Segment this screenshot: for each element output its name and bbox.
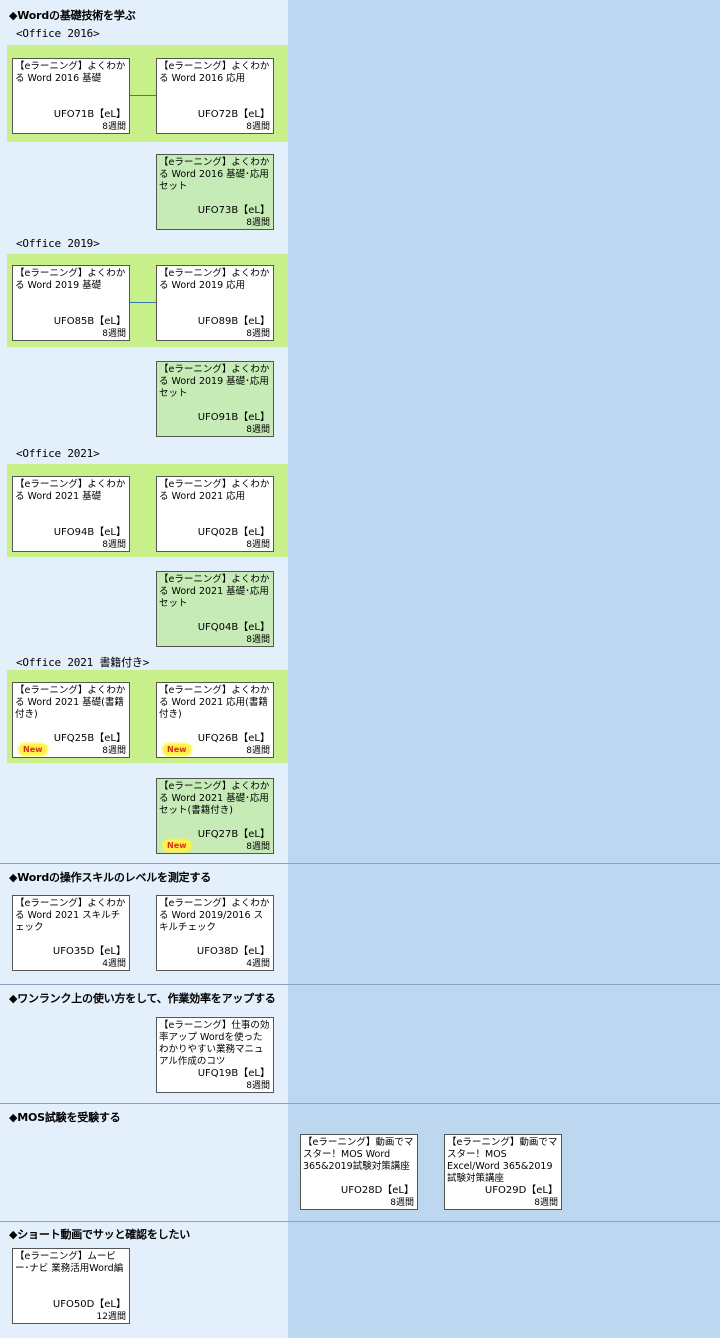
course-code: UFQ25B【eL】	[53, 733, 126, 744]
course-code: UFO35D【eL】	[52, 946, 126, 957]
course-card[interactable]: 【eラーニング】よくわかる Word 2021 応用(書籍付き) New UFQ…	[156, 682, 274, 758]
course-card[interactable]: 【eラーニング】動画でマスター！MOS Word 365&2019試験対策講座 …	[300, 1134, 418, 1210]
section-divider	[0, 1221, 720, 1222]
course-code: UFO50D【eL】	[52, 1299, 126, 1310]
course-card[interactable]: 【eラーニング】よくわかる Word 2016 基礎 UFO71B【eL】 8週…	[12, 58, 130, 134]
course-code: UFO94B【eL】	[53, 527, 126, 538]
course-name: 【eラーニング】よくわかる Word 2019 応用	[159, 268, 270, 291]
course-name: 【eラーニング】よくわかる Word 2016 基礎･応用セット	[159, 157, 270, 192]
section-divider	[0, 1103, 720, 1104]
course-name: 【eラーニング】動画でマスター！MOS Excel/Word 365&2019 …	[447, 1137, 558, 1184]
course-card[interactable]: 【eラーニング】ムービー･ナビ 業務活用Word編 UFO50D【eL】 12週…	[12, 1248, 130, 1324]
course-duration: 8週間	[390, 1198, 414, 1208]
section-title-skill-check: ◆Wordの操作スキルのレベルを測定する	[9, 871, 212, 884]
course-name: 【eラーニング】よくわかる Word 2016 応用	[159, 61, 270, 84]
course-name: 【eラーニング】ムービー･ナビ 業務活用Word編	[15, 1251, 124, 1274]
section-title-efficiency: ◆ワンランク上の使い方をして、作業効率をアップする	[9, 992, 276, 1005]
section-title-short-video: ◆ショート動画でサッと確認をしたい	[9, 1228, 191, 1241]
course-card[interactable]: 【eラーニング】よくわかる Word 2021 スキルチェック UFO35D【e…	[12, 895, 130, 971]
subheading-office-2019: <Office 2019>	[16, 237, 100, 250]
course-name: 【eラーニング】よくわかる Word 2019/2016 スキルチェック	[159, 898, 270, 933]
course-duration: 8週間	[102, 746, 126, 756]
course-name: 【eラーニング】よくわかる Word 2019 基礎	[15, 268, 126, 291]
course-name: 【eラーニング】よくわかる Word 2021 応用	[159, 479, 270, 502]
course-name: 【eラーニング】よくわかる Word 2019 基礎･応用セット	[159, 364, 270, 399]
course-card-set[interactable]: 【eラーニング】よくわかる Word 2021 基礎･応用セット UFQ04B【…	[156, 571, 274, 647]
course-code: UFQ02B【eL】	[197, 527, 270, 538]
course-duration: 8週間	[246, 122, 270, 132]
subheading-office-2016: <Office 2016>	[16, 27, 100, 40]
connector-line	[130, 95, 158, 96]
course-duration: 8週間	[246, 329, 270, 339]
new-badge: New	[163, 840, 191, 851]
course-card[interactable]: 【eラーニング】よくわかる Word 2019 基礎 UFO85B【eL】 8週…	[12, 265, 130, 341]
course-card[interactable]: 【eラーニング】動画でマスター！MOS Excel/Word 365&2019 …	[444, 1134, 562, 1210]
course-card[interactable]: 【eラーニング】仕事の効率アップ Wordを使ったわかりやすい業務マニュアル作成…	[156, 1017, 274, 1093]
new-badge: New	[19, 744, 47, 755]
course-card[interactable]: 【eラーニング】よくわかる Word 2016 応用 UFO72B【eL】 8週…	[156, 58, 274, 134]
course-code: UFQ26B【eL】	[197, 733, 270, 744]
course-card[interactable]: 【eラーニング】よくわかる Word 2021 応用 UFQ02B【eL】 8週…	[156, 476, 274, 552]
new-badge: New	[163, 744, 191, 755]
section-divider	[0, 863, 720, 864]
course-card-set[interactable]: 【eラーニング】よくわかる Word 2019 基礎･応用セット UFO91B【…	[156, 361, 274, 437]
course-card[interactable]: 【eラーニング】よくわかる Word 2019 応用 UFO89B【eL】 8週…	[156, 265, 274, 341]
course-code: UFQ27B【eL】	[197, 829, 270, 840]
course-duration: 8週間	[246, 218, 270, 228]
course-code: UFQ19B【eL】	[197, 1068, 270, 1079]
course-card[interactable]: 【eラーニング】よくわかる Word 2021 基礎(書籍付き) New UFQ…	[12, 682, 130, 758]
course-duration: 8週間	[102, 540, 126, 550]
course-code: UFO85B【eL】	[53, 316, 126, 327]
course-duration: 8週間	[102, 329, 126, 339]
course-name: 【eラーニング】よくわかる Word 2021 基礎	[15, 479, 126, 502]
course-name: 【eラーニング】よくわかる Word 2021 スキルチェック	[15, 898, 126, 933]
course-code: UFO29D【eL】	[484, 1185, 558, 1196]
course-duration: 12週間	[96, 1312, 126, 1322]
course-duration: 8週間	[246, 425, 270, 435]
course-code: UFO28D【eL】	[340, 1185, 414, 1196]
course-duration: 8週間	[246, 635, 270, 645]
course-code: UFO91B【eL】	[197, 412, 270, 423]
course-code: UFO89B【eL】	[197, 316, 270, 327]
connector-line	[130, 302, 158, 303]
course-name: 【eラーニング】よくわかる Word 2016 基礎	[15, 61, 126, 84]
course-code: UFO71B【eL】	[53, 109, 126, 120]
course-card-set[interactable]: 【eラーニング】よくわかる Word 2016 基礎･応用セット UFO73B【…	[156, 154, 274, 230]
course-duration: 8週間	[102, 122, 126, 132]
subheading-office-2021-book: <Office 2021 書籍付き>	[16, 656, 150, 669]
course-duration: 4週間	[102, 959, 126, 969]
course-name: 【eラーニング】よくわかる Word 2021 基礎･応用セット(書籍付き)	[159, 781, 270, 816]
course-duration: 8週間	[534, 1198, 558, 1208]
course-duration: 8週間	[246, 842, 270, 852]
course-duration: 8週間	[246, 746, 270, 756]
course-code: UFO72B【eL】	[197, 109, 270, 120]
course-duration: 4週間	[246, 959, 270, 969]
course-name: 【eラーニング】よくわかる Word 2021 応用(書籍付き)	[159, 685, 270, 720]
subheading-office-2021: <Office 2021>	[16, 447, 100, 460]
course-code: UFQ04B【eL】	[197, 622, 270, 633]
course-duration: 8週間	[246, 1081, 270, 1091]
course-name: 【eラーニング】よくわかる Word 2021 基礎･応用セット	[159, 574, 270, 609]
course-card[interactable]: 【eラーニング】よくわかる Word 2019/2016 スキルチェック UFO…	[156, 895, 274, 971]
section-title-word-basics: ◆Wordの基礎技術を学ぶ	[9, 9, 136, 22]
course-name: 【eラーニング】動画でマスター！MOS Word 365&2019試験対策講座	[303, 1137, 414, 1172]
course-card-set[interactable]: 【eラーニング】よくわかる Word 2021 基礎･応用セット(書籍付き) N…	[156, 778, 274, 854]
course-name: 【eラーニング】仕事の効率アップ Wordを使ったわかりやすい業務マニュアル作成…	[159, 1020, 270, 1067]
course-card[interactable]: 【eラーニング】よくわかる Word 2021 基礎 UFO94B【eL】 8週…	[12, 476, 130, 552]
course-name: 【eラーニング】よくわかる Word 2021 基礎(書籍付き)	[15, 685, 126, 720]
course-duration: 8週間	[246, 540, 270, 550]
course-code: UFO38D【eL】	[196, 946, 270, 957]
section-divider	[0, 984, 720, 985]
section-title-mos: ◆MOS試験を受験する	[9, 1111, 121, 1124]
course-code: UFO73B【eL】	[197, 205, 270, 216]
